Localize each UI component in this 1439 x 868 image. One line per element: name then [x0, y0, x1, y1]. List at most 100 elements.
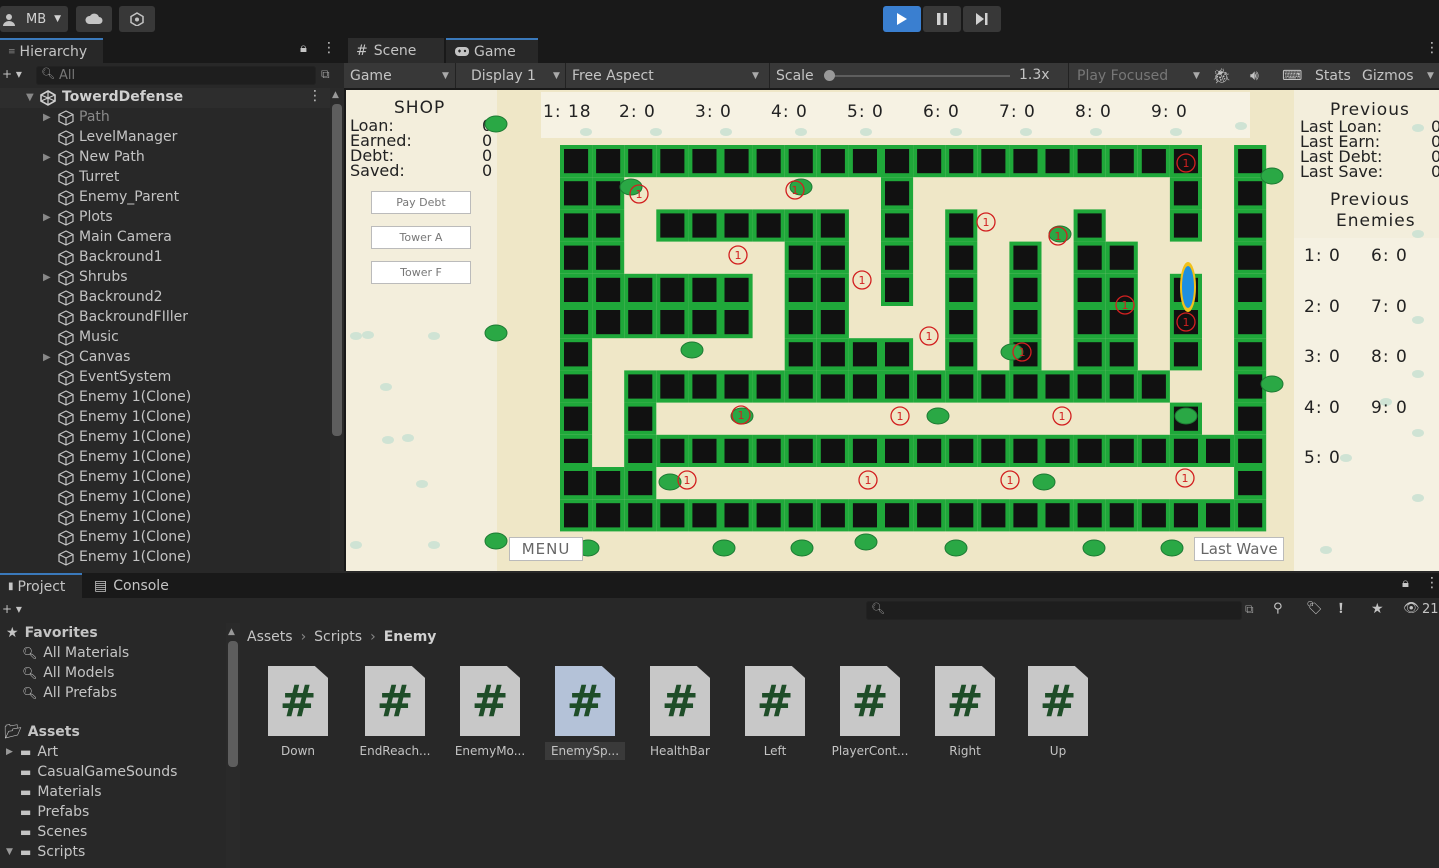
asset-folder-item[interactable]: ▼ ▬ Scripts [0, 842, 225, 862]
favorite-item[interactable]: 🔍︎ All Materials [22, 643, 129, 663]
hierarchy-item[interactable]: ▶ Canvas [0, 348, 330, 368]
project-tree-scrollbar[interactable]: ▲ [226, 623, 240, 868]
expand-arrow-icon[interactable]: ▶ [43, 212, 51, 223]
more-menu-icon[interactable]: ⋮ [322, 40, 336, 56]
gizmos-button[interactable]: Gizmos [1362, 63, 1414, 88]
expand-arrow-icon[interactable]: ▶ [43, 112, 51, 123]
lock-icon[interactable]: 🔒︎ [300, 41, 307, 56]
breadcrumb-item[interactable]: Enemy [384, 629, 437, 645]
script-asset[interactable]: # Down [258, 666, 338, 760]
script-asset[interactable]: # PlayerCont... [830, 666, 910, 760]
hierarchy-scrollbar[interactable]: ▲ [330, 88, 344, 571]
script-asset[interactable]: # Right [925, 666, 1005, 760]
game-canvas[interactable]: SHOP Loan: Earned: Debt: Saved: 0 0 0 0 … [346, 90, 1439, 571]
hierarchy-item[interactable]: Enemy_Parent [0, 188, 330, 208]
search-options-icon[interactable]: ⧉ [1245, 602, 1254, 617]
hierarchy-item[interactable]: Enemy 1(Clone) [0, 548, 330, 568]
hierarchy-item[interactable]: BackroundFIller [0, 308, 330, 328]
view-more-icon[interactable]: ⋮ [1425, 40, 1439, 56]
asset-folder-item[interactable]: ▬ Materials [0, 782, 225, 802]
hierarchy-item[interactable]: Turret [0, 168, 330, 188]
scene-root-row[interactable]: ▼ TowerdDefense ⋮ [0, 88, 344, 108]
script-asset[interactable]: # HealthBar [640, 666, 720, 760]
hierarchy-item[interactable]: Enemy 1(Clone) [0, 488, 330, 508]
script-asset[interactable]: # Up [1018, 666, 1098, 760]
collab-button[interactable] [119, 6, 155, 32]
more-menu-icon[interactable]: ⋮ [1425, 575, 1439, 591]
hierarchy-item[interactable]: ▶ Path [0, 108, 330, 128]
search-options-icon[interactable]: ⧉ [321, 67, 330, 82]
script-asset[interactable]: # EndReach... [355, 666, 435, 760]
mute-audio-icon[interactable]: 🔊︎ [1250, 63, 1259, 88]
asset-folder-item[interactable]: ▬ Prefabs [0, 802, 225, 822]
filter-label-icon[interactable]: 🏷︎ [1306, 601, 1323, 616]
hierarchy-item[interactable]: Backround1 [0, 248, 330, 268]
cloud-button[interactable] [76, 6, 112, 32]
pause-button[interactable] [923, 6, 961, 32]
hierarchy-item[interactable]: Main Camera [0, 228, 330, 248]
hierarchy-item[interactable]: Enemy 1(Clone) [0, 468, 330, 488]
breadcrumb-item[interactable]: Assets [247, 629, 293, 645]
lock-icon[interactable]: 🔒︎ [1402, 576, 1409, 591]
assets-header[interactable]: 📂︎ Assets [4, 722, 80, 742]
hierarchy-search-input[interactable]: 🔍︎ All [36, 66, 316, 85]
scene-more-icon[interactable]: ⋮ [308, 88, 322, 104]
tab-scene[interactable]: # Scene [348, 38, 444, 63]
menu-button[interactable]: MENU [509, 537, 583, 561]
last-wave-button[interactable]: Last Wave [1194, 537, 1284, 561]
hierarchy-item[interactable]: Enemy 1(Clone) [0, 528, 330, 548]
play-button[interactable] [883, 6, 921, 32]
tab-game[interactable]: Game [446, 38, 538, 63]
hierarchy-item[interactable]: Enemy 1(Clone) [0, 388, 330, 408]
expand-arrow-icon[interactable]: ▼ [26, 92, 34, 103]
expand-arrow-icon[interactable]: ▶ [43, 152, 51, 163]
scale-slider-track[interactable] [828, 75, 1010, 77]
game-mode-dropdown[interactable]: Game ▼ [344, 63, 456, 88]
expand-arrow-icon[interactable]: ▶ [43, 352, 51, 363]
tab-hierarchy[interactable]: ≡ Hierarchy [0, 38, 103, 63]
project-search-input[interactable]: 🔍︎ [866, 601, 1242, 620]
step-button[interactable] [963, 6, 1001, 32]
hierarchy-item[interactable]: Backround2 [0, 288, 330, 308]
hidden-packages-icon[interactable]: 👁︎ [1403, 601, 1420, 616]
asset-folder-item[interactable]: ▬ Scenes [0, 822, 225, 842]
hierarchy-item[interactable]: EventSystem [0, 368, 330, 388]
asset-folder-item[interactable]: ▬ CasualGameSounds [0, 762, 225, 782]
hierarchy-item[interactable]: Enemy 1(Clone) [0, 448, 330, 468]
favorite-item[interactable]: 🔍︎ All Prefabs [22, 683, 117, 703]
tab-project[interactable]: ▮ Project [0, 573, 82, 598]
expand-arrow-icon[interactable]: ▶ [0, 747, 20, 757]
favorites-header[interactable]: ★ Favorites [6, 623, 98, 643]
script-asset[interactable]: # EnemyMo... [450, 666, 530, 760]
favorite-item[interactable]: 🔍︎ All Models [22, 663, 114, 683]
expand-arrow-icon[interactable]: ▼ [0, 847, 20, 857]
asset-folder-item[interactable]: ▶ ▬ Art [0, 742, 225, 762]
favorite-star-icon[interactable]: ★ [1371, 601, 1384, 617]
hierarchy-item[interactable]: ▶ Shrubs [0, 268, 330, 288]
filter-type-icon[interactable]: ⚲ [1273, 601, 1283, 616]
warning-icon[interactable]: ❗︎ [1339, 601, 1343, 617]
tab-console[interactable]: ▤ Console [86, 573, 182, 598]
script-asset[interactable]: # Left [735, 666, 815, 760]
bug-icon[interactable]: 🐞︎ [1212, 63, 1231, 88]
stats-button[interactable]: Stats [1315, 63, 1351, 88]
display-dropdown[interactable]: Display 1 ▼ [465, 63, 565, 88]
expand-arrow-icon[interactable]: ▶ [43, 272, 51, 283]
breadcrumb-item[interactable]: Scripts [314, 629, 362, 645]
hierarchy-item[interactable]: LevelManager [0, 128, 330, 148]
project-tree-scroll-thumb[interactable] [228, 641, 238, 767]
hierarchy-item[interactable]: ▶ Plots [0, 208, 330, 228]
hierarchy-item[interactable]: Enemy 1(Clone) [0, 428, 330, 448]
create-dropdown[interactable]: + ▾ [2, 602, 22, 616]
account-dropdown[interactable]: MB ▼ [0, 6, 68, 32]
hierarchy-scroll-thumb[interactable] [332, 104, 342, 436]
script-asset[interactable]: # EnemySp... [545, 666, 625, 760]
add-dropdown[interactable]: + ▾ [2, 67, 22, 81]
hierarchy-item[interactable]: ▶ New Path [0, 148, 330, 168]
aspect-dropdown[interactable]: Free Aspect ▼ [565, 63, 765, 88]
hierarchy-item[interactable]: Enemy 1(Clone) [0, 408, 330, 428]
play-focused-dropdown[interactable]: Play Focused ▼ [1068, 63, 1203, 88]
hierarchy-item[interactable]: Enemy 1(Clone) [0, 508, 330, 528]
chevron-down-icon[interactable]: ▼ [1427, 63, 1434, 88]
hierarchy-item[interactable]: Music [0, 328, 330, 348]
